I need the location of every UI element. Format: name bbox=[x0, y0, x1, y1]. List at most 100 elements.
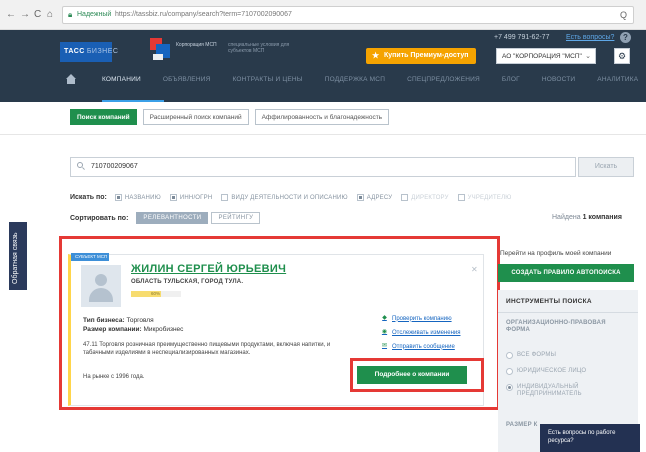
nav-item-7[interactable]: АНАЛИТИКА bbox=[597, 76, 638, 83]
checkbox-icon bbox=[169, 194, 177, 201]
company-details-button[interactable]: Подробнее о компании bbox=[357, 366, 467, 384]
sme-badge: СУБЪЕКТ МСП bbox=[71, 253, 109, 261]
back-arrow-icon[interactable]: ← bbox=[6, 9, 16, 21]
company-search-input[interactable]: 710700209067 bbox=[70, 157, 576, 177]
business-type-label: Тип бизнеса: bbox=[83, 317, 125, 324]
check-company-link[interactable]: ◆ Проверить компанию bbox=[381, 315, 452, 322]
legal-form-option-all-label: ВСЕ ФОРМЫ bbox=[517, 352, 557, 358]
chat-widget[interactable]: Есть вопросы по работе ресурса? bbox=[540, 424, 640, 452]
help-icon[interactable]: ? bbox=[620, 32, 631, 43]
sort-controls: Сортировать по: РЕЛЕВАНТНОСТИ РЕЙТИНГУ bbox=[70, 212, 263, 224]
divider bbox=[498, 312, 638, 313]
organization-select-value: АО "КОРПОРАЦИЯ "МСП" bbox=[502, 53, 582, 60]
search-button[interactable]: Искать bbox=[578, 157, 634, 177]
checkbox-icon bbox=[457, 194, 465, 201]
nav-item-1[interactable]: ОБЪЯВЛЕНИЯ bbox=[163, 76, 211, 83]
rating-bar: 60% bbox=[131, 291, 181, 297]
search-input-value[interactable]: 710700209067 bbox=[91, 163, 138, 170]
nav-item-4[interactable]: СПЕЦПРЕДЛОЖЕНИЯ bbox=[407, 76, 480, 83]
zoom-icon[interactable]: Q bbox=[620, 10, 627, 20]
search-field-option[interactable]: ИНН/ОГРН bbox=[169, 194, 213, 201]
tab-1[interactable]: Расширенный поиск компаний bbox=[142, 109, 249, 125]
search-tools-title: ИНСТРУМЕНТЫ ПОИСКА bbox=[506, 298, 592, 305]
forward-arrow-icon[interactable]: → bbox=[20, 9, 30, 21]
market-since: На рынке с 1996 года. bbox=[83, 374, 145, 380]
legal-form-option-legal-entity[interactable]: ЮРИДИЧЕСКОЕ ЛИЦО bbox=[506, 368, 626, 375]
legal-form-option-legal-entity-label: ЮРИДИЧЕСКОЕ ЛИЦО bbox=[517, 368, 587, 374]
tass-logo[interactable]: ТАСС БИЗНЕС bbox=[60, 42, 118, 62]
business-type: Тип бизнеса: Торговля bbox=[83, 317, 154, 324]
sort-option-button[interactable]: РЕЙТИНГУ bbox=[211, 212, 261, 224]
home-icon[interactable] bbox=[66, 74, 76, 84]
company-size: Размер компании: Микробизнес bbox=[83, 326, 183, 333]
organization-select[interactable]: АО "КОРПОРАЦИЯ "МСП" ⌄ bbox=[496, 48, 596, 64]
person-avatar-icon bbox=[81, 265, 121, 307]
premium-button-label: Купить Премиум-доступ bbox=[384, 52, 469, 59]
tab-2[interactable]: Аффилированность и благонадежность bbox=[254, 109, 390, 125]
company-size-section-title: РАЗМЕР К bbox=[506, 422, 538, 428]
search-field-option: УЧРЕДИТЕЛЮ bbox=[457, 194, 512, 201]
search-field-option[interactable]: АДРЕСУ bbox=[356, 194, 393, 201]
legal-form-section-title: ОРГАНИЗАЦИОННО-ПРАВОВАЯ ФОРМА bbox=[506, 320, 606, 333]
browser-toolbar: ← → C ⌂ 🔒︎ Надежный https://tassbiz.ru/c… bbox=[0, 0, 646, 30]
company-name-link[interactable]: ЖИЛИН СЕРГЕЙ ЮРЬЕВИЧ bbox=[131, 263, 286, 275]
msp-tagline: специальные условия для субъектов МСП bbox=[228, 42, 290, 54]
feedback-side-tab[interactable]: Обратная связь bbox=[9, 222, 27, 290]
check-company-label: Проверить компанию bbox=[392, 315, 452, 322]
nav-item-3[interactable]: ПОДДЕРЖКА МСП bbox=[325, 76, 385, 83]
results-count-prefix: Найдена bbox=[552, 214, 581, 221]
main-nav: КОМПАНИИ ОБЪЯВЛЕНИЯ КОНТРАКТЫ И ЦЕНЫ ПОДДЕР… bbox=[102, 76, 646, 83]
close-icon[interactable]: ✕ bbox=[471, 265, 478, 274]
radio-icon bbox=[506, 368, 513, 375]
nav-item-0[interactable]: КОМПАНИИ bbox=[102, 76, 141, 83]
nav-item-5[interactable]: БЛОГ bbox=[502, 76, 520, 83]
radio-icon bbox=[506, 352, 513, 359]
search-field-option-label: ВИДУ ДЕЯТЕЛЬНОСТИ И ОПИСАНИЮ bbox=[231, 194, 348, 201]
chevron-down-icon: ⌄ bbox=[585, 53, 591, 60]
lock-icon: 🔒︎ bbox=[68, 10, 73, 19]
nav-item-2[interactable]: КОНТРАКТЫ И ЦЕНЫ bbox=[233, 76, 303, 83]
rating-percent: 60% bbox=[151, 291, 161, 296]
my-company-profile-link[interactable]: Перейти на профиль моей компании bbox=[500, 250, 611, 257]
address-bar[interactable]: 🔒︎ Надежный https://tassbiz.ru/company/s… bbox=[62, 6, 634, 24]
msp-logo-icon[interactable] bbox=[150, 38, 172, 62]
search-field-option-label: УЧРЕДИТЕЛЮ bbox=[467, 194, 512, 201]
results-count-value: 1 компания bbox=[582, 214, 622, 221]
nav-item-6[interactable]: НОВОСТИ bbox=[542, 76, 575, 83]
checkbox-icon bbox=[221, 194, 229, 201]
sort-option-button[interactable]: РЕЛЕВАНТНОСТИ bbox=[136, 212, 209, 224]
home-browser-icon[interactable]: ⌂ bbox=[47, 9, 53, 21]
shield-icon: ◆ bbox=[382, 315, 387, 321]
search-field-option-label: АДРЕСУ bbox=[366, 194, 393, 201]
track-changes-link[interactable]: ◉ Отслеживать изменения bbox=[381, 329, 461, 336]
legal-form-option-entrepreneur[interactable]: ИНДИВИДУАЛЬНЫЙ ПРЕДПРИНИМАТЕЛЬ bbox=[506, 384, 626, 398]
send-message-link[interactable]: ✉ Отправить сообщение bbox=[381, 343, 455, 350]
search-field-option-label: ДИРЕКТОРУ bbox=[411, 194, 449, 201]
company-region: ОБЛАСТЬ ТУЛЬСКАЯ, ГОРОД ТУЛА. bbox=[131, 279, 244, 285]
business-type-value: Торговля bbox=[126, 317, 154, 324]
questions-link[interactable]: Есть вопросы? bbox=[566, 34, 614, 41]
legal-form-option-entrepreneur-label: ИНДИВИДУАЛЬНЫЙ ПРЕДПРИНИМАТЕЛЬ bbox=[517, 384, 582, 397]
company-result-card[interactable]: СУБЪЕКТ МСП ЖИЛИН СЕРГЕЙ ЮРЬЕВИЧ ОБЛАСТЬ… bbox=[68, 253, 484, 406]
phone-number: +7 499 791-62-77 bbox=[494, 34, 550, 41]
search-mode-tabs: Поиск компаний Расширенный поиск компаний… bbox=[70, 109, 390, 125]
tass-logo-sub: БИЗНЕС bbox=[86, 48, 119, 55]
gear-icon[interactable]: ⚙ bbox=[614, 48, 630, 64]
premium-button[interactable]: ★ Купить Премиум-доступ bbox=[366, 48, 476, 64]
search-field-option[interactable]: ВИДУ ДЕЯТЕЛЬНОСТИ И ОПИСАНИЮ bbox=[221, 194, 348, 201]
search-field-option[interactable]: НАЗВАНИЮ bbox=[114, 194, 161, 201]
search-fields-filter: Искать по: НАЗВАНИЮ ИНН/ОГРН ВИДУ ДЕЯТЕЛЬН… bbox=[70, 194, 521, 201]
company-size-label: Размер компании: bbox=[83, 326, 142, 333]
legal-form-option-all[interactable]: ВСЕ ФОРМЫ bbox=[506, 352, 626, 359]
checkbox-icon bbox=[401, 194, 409, 201]
url-text[interactable]: https://tassbiz.ru/company/search?term=7… bbox=[115, 11, 292, 18]
reload-icon[interactable]: C bbox=[34, 9, 41, 21]
tab-0[interactable]: Поиск компаний bbox=[70, 109, 137, 125]
sort-label: Сортировать по: bbox=[70, 214, 129, 222]
divider bbox=[0, 134, 646, 135]
results-count: Найдена 1 компания bbox=[552, 214, 622, 221]
envelope-icon: ✉ bbox=[381, 343, 388, 349]
secure-label: Надежный bbox=[77, 11, 112, 18]
create-autosearch-button[interactable]: СОЗДАТЬ ПРАВИЛО АВТОПОИСКА bbox=[498, 264, 634, 282]
search-field-option-label: ИНН/ОГРН bbox=[179, 194, 213, 201]
